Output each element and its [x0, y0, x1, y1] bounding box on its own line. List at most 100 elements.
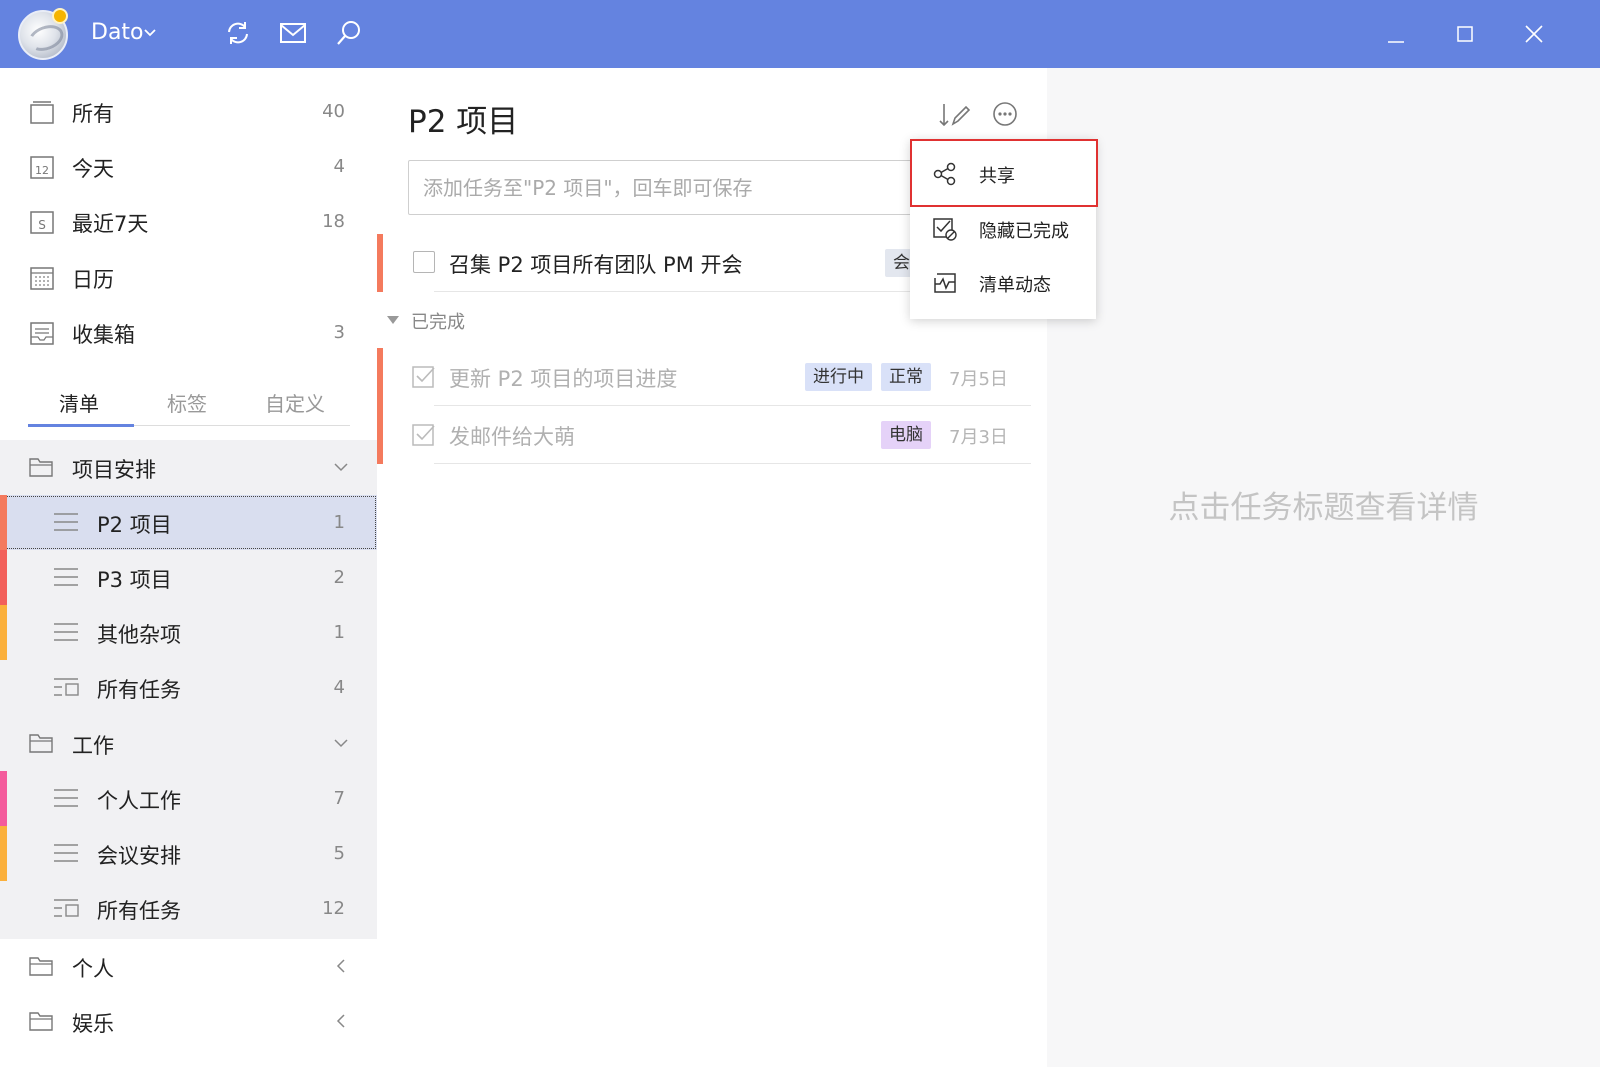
task-title[interactable]: 召集 P2 项目所有团队 PM 开会: [449, 249, 743, 279]
sidebar-item-count: 4: [333, 156, 345, 177]
calendar-s-icon: S: [30, 211, 54, 234]
task-row[interactable]: 发邮件给大萌 电脑 7月3日: [377, 406, 1047, 464]
list-item-p3[interactable]: P3 项目 2: [0, 550, 377, 605]
search-icon[interactable]: [334, 18, 364, 48]
list-item-misc[interactable]: 其他杂项 1: [0, 605, 377, 660]
list-label: 会议安排: [97, 844, 181, 868]
sidebar-item-count: 18: [322, 211, 345, 232]
more-icon[interactable]: [991, 100, 1019, 128]
tab-tags[interactable]: 标签: [167, 388, 207, 417]
list-icon: [54, 513, 78, 531]
list-item-p2[interactable]: P2 项目 1: [0, 495, 377, 550]
folder-label: 个人: [72, 957, 114, 981]
list-count: 1: [333, 512, 345, 533]
collapse-triangle-icon: [387, 316, 399, 324]
task-date: 7月3日: [949, 427, 1008, 448]
sidebar-item-count: 40: [322, 101, 345, 122]
svg-text:12: 12: [35, 164, 49, 177]
folder-label: 项目安排: [72, 458, 156, 482]
tab-lists[interactable]: 清单: [59, 388, 99, 417]
task-date: 7月5日: [949, 369, 1008, 390]
task-checkbox[interactable]: [413, 251, 435, 273]
folder-label: 娱乐: [72, 1012, 114, 1036]
sidebar-item-calendar[interactable]: 日历: [0, 250, 377, 305]
task-title[interactable]: 更新 P2 项目的项目进度: [449, 363, 677, 393]
all-tasks-icon: [54, 899, 79, 917]
activity-icon: [934, 273, 956, 293]
folder-icon: [29, 1012, 53, 1031]
chevron-left-icon[interactable]: [333, 958, 349, 974]
close-icon[interactable]: [1520, 20, 1548, 48]
menu-item-hide-completed[interactable]: 隐藏已完成: [910, 202, 1096, 256]
sidebar-item-all[interactable]: 所有 40: [0, 84, 377, 139]
menu-item-activity[interactable]: 清单动态: [910, 256, 1096, 310]
list-item-all-tasks-1[interactable]: 所有任务 4: [0, 660, 377, 715]
chevron-left-icon[interactable]: [333, 1013, 349, 1029]
mail-icon[interactable]: [278, 18, 308, 48]
checked-checkbox-icon[interactable]: [411, 363, 437, 389]
tab-custom[interactable]: 自定义: [265, 388, 325, 417]
sync-icon[interactable]: [223, 18, 253, 48]
folder-entertainment[interactable]: 娱乐: [0, 994, 377, 1049]
chevron-down-icon[interactable]: [333, 459, 349, 475]
sort-icon[interactable]: [937, 100, 971, 130]
list-icon: [54, 623, 78, 641]
chevron-down-icon[interactable]: [143, 26, 157, 40]
completed-label: 已完成: [411, 312, 465, 333]
list-label: P3 项目: [97, 568, 172, 592]
all-tasks-icon: [54, 678, 79, 696]
sidebar-item-label: 今天: [72, 157, 114, 181]
list-count: 5: [333, 843, 345, 864]
inbox-all-icon: [30, 101, 54, 124]
user-name[interactable]: Dato: [91, 20, 144, 45]
list-item-all-tasks-2[interactable]: 所有任务 12: [0, 881, 377, 936]
folder-personal[interactable]: 个人: [0, 939, 377, 994]
sidebar-item-next7[interactable]: S 最近7天 18: [0, 194, 377, 249]
task-priority-bar: [377, 234, 383, 292]
sidebar-item-inbox[interactable]: 收集箱 3: [0, 305, 377, 360]
list-label: 所有任务: [97, 678, 181, 702]
minimize-icon[interactable]: [1382, 20, 1410, 48]
title-bar: Dato: [0, 0, 1600, 68]
list-count: 7: [333, 788, 345, 809]
list-label: 所有任务: [97, 899, 181, 923]
add-task-input[interactable]: [408, 160, 928, 215]
sidebar-item-label: 最近7天: [72, 212, 149, 236]
svg-text:S: S: [38, 218, 46, 232]
hide-completed-icon: [933, 218, 957, 241]
task-priority-bar: [377, 348, 383, 406]
calendar-grid-icon: [30, 267, 54, 290]
task-tag[interactable]: 进行中: [805, 363, 872, 391]
list-count: 4: [333, 677, 345, 698]
highlight-annotation: [910, 139, 1098, 207]
sidebar-item-today[interactable]: 12 今天 4: [0, 139, 377, 194]
folder-project-plan[interactable]: 项目安排: [0, 440, 377, 495]
folder-icon: [29, 458, 53, 477]
folder-icon: [29, 734, 53, 753]
checked-checkbox-icon[interactable]: [411, 421, 437, 447]
list-color-bar: [0, 605, 7, 660]
folder-work[interactable]: 工作: [0, 716, 377, 771]
page-title: P2 项目: [408, 104, 519, 140]
list-count: 2: [333, 567, 345, 588]
task-tag[interactable]: 正常: [881, 363, 931, 391]
maximize-icon[interactable]: [1451, 20, 1479, 48]
sidebar-item-label: 收集箱: [72, 323, 135, 347]
tab-underline: [28, 424, 134, 427]
chevron-down-icon[interactable]: [333, 735, 349, 751]
sidebar-item-label: 日历: [72, 268, 114, 292]
list-item-personal-work[interactable]: 个人工作 7: [0, 771, 377, 826]
task-row[interactable]: 更新 P2 项目的项目进度 进行中 正常 7月5日: [377, 348, 1047, 406]
task-tag[interactable]: 电脑: [881, 421, 931, 449]
list-count: 1: [333, 622, 345, 643]
list-label: P2 项目: [97, 513, 172, 537]
sidebar-item-count: 3: [333, 322, 345, 343]
list-icon: [54, 789, 78, 807]
task-title[interactable]: 发邮件给大萌: [449, 421, 575, 451]
sidebar-item-label: 所有: [72, 102, 114, 126]
menu-item-label: 清单动态: [979, 275, 1051, 296]
folder-label: 工作: [72, 734, 114, 758]
menu-item-label: 隐藏已完成: [979, 221, 1069, 242]
list-tree: 项目安排 P2 项目 1 P3 项目 2 其他杂项 1 所有任务 4 工作 个人…: [0, 440, 377, 940]
list-item-meetings[interactable]: 会议安排 5: [0, 826, 377, 881]
